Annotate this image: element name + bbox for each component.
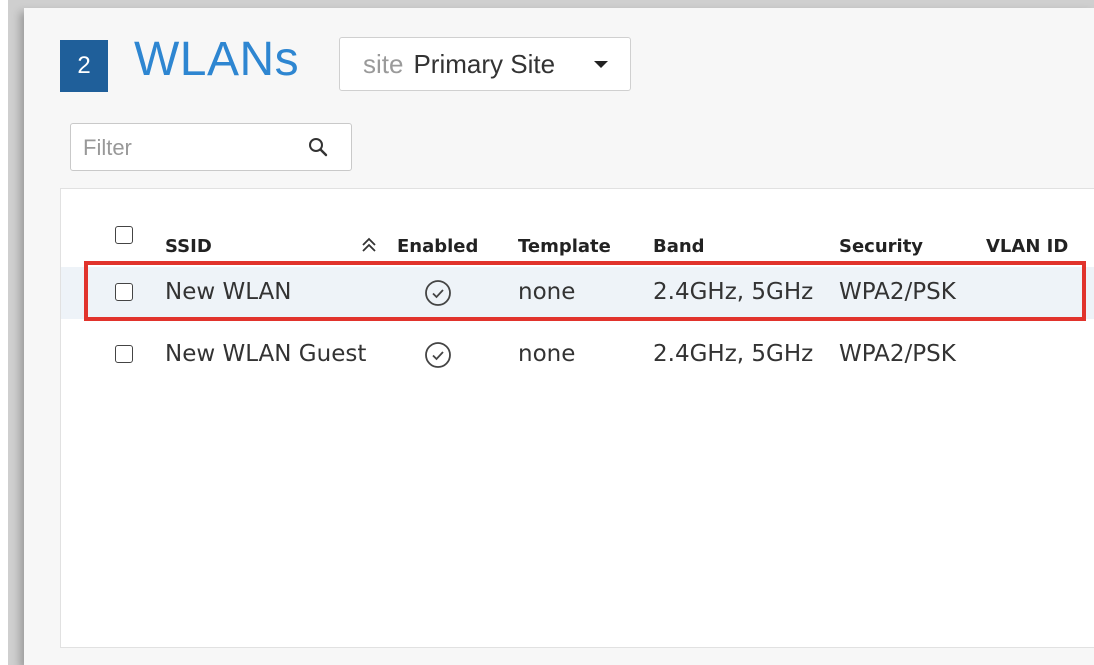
column-header-enabled[interactable]: Enabled (397, 236, 478, 257)
select-all-checkbox[interactable] (115, 226, 133, 244)
filter-input[interactable] (71, 124, 315, 172)
column-header-template[interactable]: Template (518, 236, 611, 257)
cell-band: 2.4GHz, 5GHz (653, 341, 814, 367)
filter-box (70, 123, 352, 172)
row-checkbox[interactable] (115, 345, 133, 363)
enabled-check-icon (425, 342, 451, 368)
site-value: Primary Site (413, 48, 556, 79)
cell-security: WPA2/PSK (839, 341, 956, 367)
sort-up-icon[interactable] (361, 236, 377, 254)
site-dropdown[interactable]: site Primary Site (339, 37, 631, 91)
highlight-annotation (84, 261, 1086, 321)
page-title: WLANs (134, 33, 300, 86)
cell-template: none (518, 341, 576, 367)
site-label: site (363, 48, 404, 79)
column-header-band[interactable]: Band (653, 236, 705, 257)
caret-down-icon (594, 61, 608, 68)
search-icon[interactable] (307, 136, 329, 158)
column-header-ssid[interactable]: SSID (165, 236, 212, 257)
wlans-panel: 2 WLANs site Primary Site SSID Enabled T… (24, 8, 1094, 665)
cell-ssid: New WLAN Guest (165, 341, 367, 367)
column-header-security[interactable]: Security (839, 236, 923, 257)
wlan-count-badge: 2 (60, 40, 108, 92)
column-header-vlan-id[interactable]: VLAN ID (986, 236, 1068, 257)
table-row[interactable]: New WLAN Guest none 2.4GHz, 5GHz WPA2/PS… (61, 329, 1094, 381)
wlan-count: 2 (77, 52, 91, 79)
wlan-table: SSID Enabled Template Band Security VLAN… (60, 188, 1094, 648)
